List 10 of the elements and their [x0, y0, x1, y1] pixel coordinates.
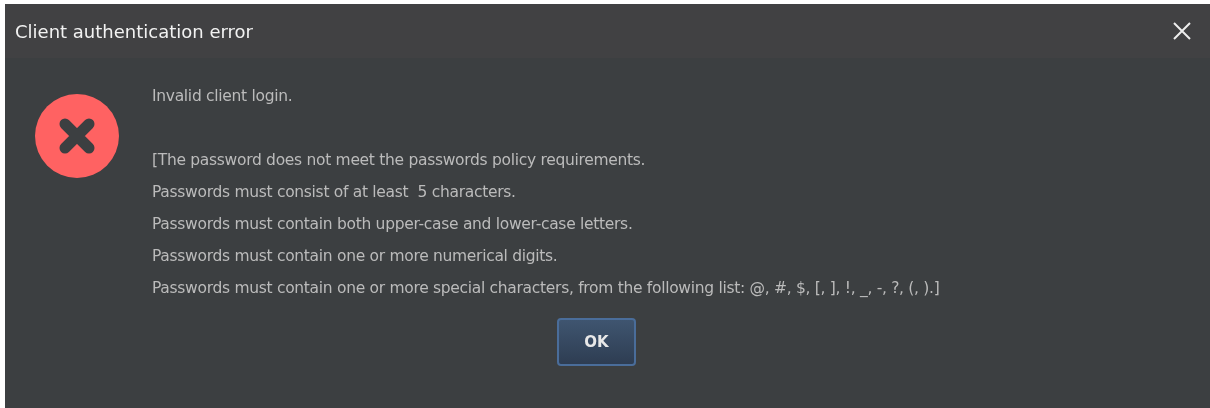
message-text: Invalid client login.	[152, 86, 294, 107]
error-icon	[35, 94, 119, 178]
ok-button[interactable]: OK	[557, 318, 636, 366]
message-text: [The password does not meet the passwords policy requirements.	[152, 150, 647, 171]
message-text: Passwords must contain one or more numerical digits.	[152, 246, 559, 267]
close-icon	[1172, 21, 1192, 41]
message-text: Passwords must contain both upper-case and lower-case letters.	[152, 214, 634, 235]
message-text: Passwords must contain one or more special characters, from the following list: @, #, $, [, ], !, _, -, ?, (, ).]	[152, 278, 940, 299]
window-title: Client authentication error	[15, 19, 253, 44]
message-text: Passwords must consist of at least 5 characters.	[152, 182, 517, 203]
